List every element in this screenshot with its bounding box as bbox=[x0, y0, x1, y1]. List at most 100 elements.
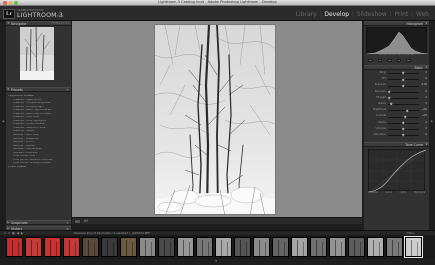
toolbar: XY bbox=[72, 217, 362, 224]
histogram-graph[interactable] bbox=[366, 27, 429, 55]
slider-value[interactable]: 0 bbox=[425, 127, 427, 130]
thumbnail-detail bbox=[278, 240, 280, 256]
slider-value[interactable]: +25 bbox=[422, 114, 427, 117]
module-slideshow[interactable]: Slideshow bbox=[355, 12, 389, 18]
filmstrip-thumbnail[interactable] bbox=[310, 237, 327, 257]
thumbnail-detail bbox=[189, 242, 190, 256]
left-panel: ▼ Navigator FIT FILL 1:1 3:1 ▼ Presets +… bbox=[6, 21, 71, 248]
slider-knob[interactable] bbox=[401, 127, 406, 132]
add-preset-icon[interactable]: + bbox=[66, 88, 69, 93]
filmstrip-thumbnail[interactable] bbox=[348, 237, 365, 257]
navigator-header[interactable]: ▼ Navigator FIT FILL 1:1 3:1 bbox=[6, 21, 71, 26]
module-develop[interactable]: Develop bbox=[322, 12, 351, 18]
tone-curve-line bbox=[368, 149, 427, 193]
slider-value[interactable]: 0.00 bbox=[422, 83, 427, 86]
slider-value[interactable]: 5 bbox=[425, 102, 427, 105]
navigator-preview[interactable] bbox=[20, 26, 54, 81]
graduated-filter-icon[interactable] bbox=[396, 59, 401, 62]
navigator-thumbnail-image bbox=[20, 26, 54, 81]
filmstrip-thumbnail[interactable] bbox=[6, 237, 23, 257]
filmstrip-thumbnail[interactable] bbox=[253, 237, 270, 257]
thumbnail-detail bbox=[398, 242, 399, 256]
filmstrip-thumbnail[interactable] bbox=[272, 237, 289, 257]
expand-triangle-icon: ▶ bbox=[7, 221, 10, 224]
navigator-zoom-options[interactable]: FIT FILL 1:1 3:1 bbox=[51, 22, 69, 25]
tone-curve-header[interactable]: Tone Curve ▼ bbox=[364, 142, 429, 147]
slider-label: Recovery bbox=[374, 89, 386, 93]
filmstrip-thumbnail[interactable] bbox=[215, 237, 232, 257]
right-panel-collapse-icon[interactable]: ▶ bbox=[430, 120, 434, 123]
tone-curve-graph[interactable] bbox=[368, 149, 427, 193]
basic-header[interactable]: Basic ▼ bbox=[364, 65, 429, 70]
slider-value[interactable]: +50 bbox=[422, 108, 427, 111]
snowy-trees-image bbox=[155, 25, 275, 214]
slider-row: Contrast +25 bbox=[366, 114, 427, 119]
filmstrip-thumbnail[interactable] bbox=[234, 237, 251, 257]
slider-knob[interactable] bbox=[401, 121, 406, 125]
slider-knob[interactable] bbox=[389, 102, 393, 107]
histogram-header[interactable]: Histogram ▼ bbox=[364, 21, 429, 26]
slider-value[interactable]: 0 bbox=[425, 96, 427, 99]
red-eye-icon[interactable] bbox=[387, 59, 392, 62]
thumbnail-detail bbox=[322, 242, 323, 256]
slider-row: Saturation 0 bbox=[366, 133, 427, 138]
thumbnail-detail bbox=[303, 242, 304, 256]
filmstrip-thumbnail[interactable] bbox=[291, 237, 308, 257]
before-after-button[interactable]: XY bbox=[84, 219, 88, 223]
thumbnail-detail bbox=[113, 242, 114, 256]
adjustment-brush-icon[interactable] bbox=[406, 59, 411, 62]
thumbnail-detail bbox=[360, 242, 361, 256]
module-web[interactable]: Web bbox=[414, 12, 431, 18]
preset-folder[interactable]: User Presets bbox=[8, 166, 69, 170]
loupe-view-icon[interactable] bbox=[74, 219, 81, 224]
collapse-arrow-icon[interactable]: ▼ bbox=[215, 259, 217, 263]
presets-header[interactable]: ▼ Presets + bbox=[6, 87, 71, 92]
crop-tool-icon[interactable] bbox=[368, 59, 373, 62]
left-panel-collapse-icon[interactable]: ◀ bbox=[1, 120, 5, 123]
main-photo[interactable] bbox=[154, 24, 276, 215]
filmstrip-thumbnail[interactable] bbox=[329, 237, 346, 257]
filmstrip-thumbnail[interactable] bbox=[177, 237, 194, 257]
thumbnail-detail bbox=[392, 240, 394, 256]
thumbnail-detail bbox=[183, 240, 185, 256]
spot-removal-icon[interactable] bbox=[377, 59, 382, 62]
thumbnail-detail bbox=[335, 240, 337, 256]
identity-plate: Lr ADOBE PHOTOSHOP LIGHTROOM 3 BETA Libr… bbox=[0, 6, 435, 21]
filmstrip-thumbnail[interactable] bbox=[196, 237, 213, 257]
module-library[interactable]: Library bbox=[294, 12, 319, 18]
filmstrip-toggle[interactable]: ▼ bbox=[0, 259, 435, 265]
filmstrip-thumbnail[interactable] bbox=[139, 237, 156, 257]
filmstrip-thumbnail[interactable] bbox=[367, 237, 384, 257]
slider-row: Brightness +50 bbox=[366, 108, 427, 113]
slider-track[interactable] bbox=[388, 98, 419, 99]
add-snapshot-icon[interactable]: + bbox=[66, 221, 69, 226]
slider-value[interactable]: 0 bbox=[425, 133, 427, 136]
slider-row: Exposure 0.00 bbox=[366, 83, 427, 88]
tool-strip bbox=[368, 59, 411, 62]
collapse-triangle-icon: ▼ bbox=[425, 22, 428, 25]
filmstrip-thumbnail[interactable] bbox=[404, 236, 423, 258]
filmstrip-thumbnail[interactable] bbox=[120, 237, 137, 257]
filmstrip-thumbnail[interactable] bbox=[63, 237, 80, 257]
filmstrip-thumbnail[interactable] bbox=[386, 237, 403, 257]
slider-value[interactable]: 0 bbox=[425, 90, 427, 93]
filmstrip-thumbnail[interactable] bbox=[82, 237, 99, 257]
histogram-curve bbox=[366, 31, 429, 55]
slider-value[interactable]: 0 bbox=[425, 71, 427, 74]
photo-canvas[interactable] bbox=[72, 21, 362, 217]
slider-label: Fill Light bbox=[376, 95, 386, 99]
thumbnail-detail bbox=[107, 240, 109, 256]
filmstrip-thumbnail[interactable] bbox=[101, 237, 118, 257]
thumbnail-detail bbox=[94, 242, 95, 256]
slider-value[interactable]: 0 bbox=[425, 77, 427, 80]
filmstrip-thumbnail[interactable] bbox=[25, 237, 42, 257]
snapshots-header[interactable]: ▶ Snapshots + bbox=[6, 220, 71, 225]
filmstrip-thumbnail[interactable] bbox=[158, 237, 175, 257]
collapse-triangle-icon: ▼ bbox=[425, 66, 428, 69]
slider-track[interactable] bbox=[388, 110, 419, 112]
filmstrip-thumbnail[interactable] bbox=[44, 237, 61, 257]
module-print[interactable]: Print bbox=[392, 12, 410, 18]
slider-track[interactable] bbox=[388, 91, 419, 93]
thumbnail-detail bbox=[341, 242, 342, 256]
slider-value[interactable]: 0 bbox=[425, 121, 427, 124]
